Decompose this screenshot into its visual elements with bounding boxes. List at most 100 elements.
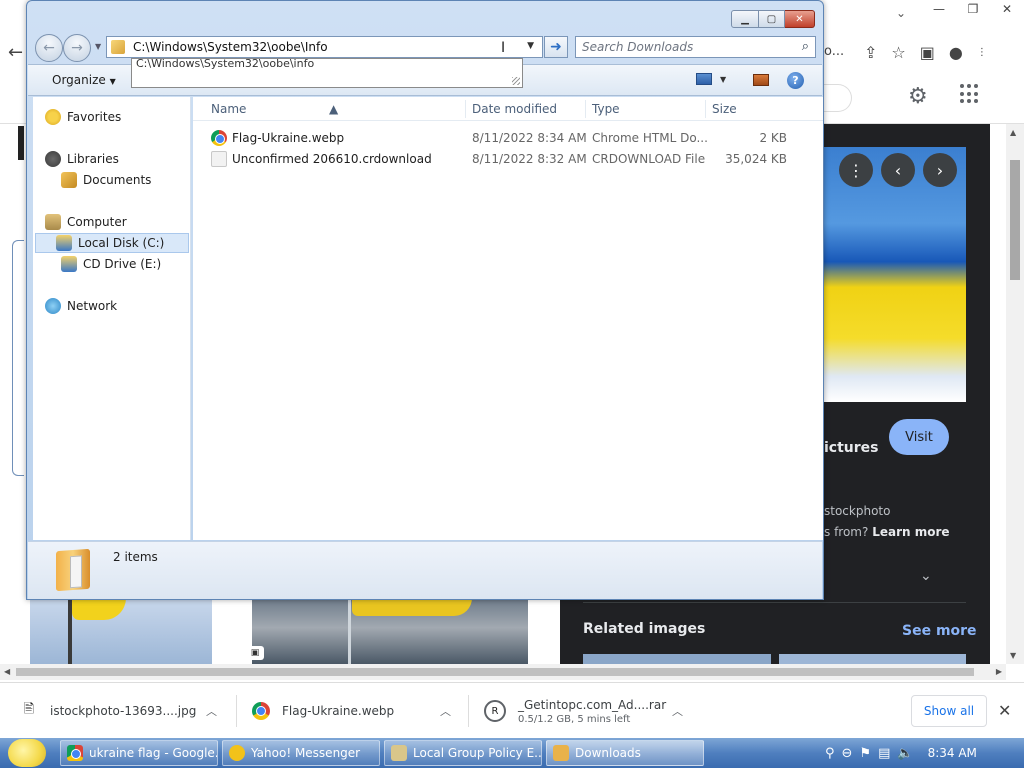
search-box-edge[interactable] [824,84,852,112]
resize-grip-icon[interactable] [512,77,520,85]
download-divider [236,695,237,727]
view-chevron-icon[interactable]: ▼ [720,75,726,84]
google-apps-icon[interactable] [960,84,980,104]
page-horizontal-scrollbar[interactable]: ◀ ▶ [0,664,1006,680]
search-tray-icon[interactable]: ⚲ [825,746,835,761]
back-arrow-icon[interactable]: ← [8,42,23,63]
close-icon[interactable]: ✕ [785,10,815,28]
go-button[interactable]: ➜ [544,36,568,58]
panel-next-icon[interactable]: › [923,153,957,187]
scroll-left-icon[interactable]: ◀ [4,667,10,676]
file-name: Unconfirmed 206610.crdownload [232,152,432,166]
nav-favorites[interactable]: Favorites [45,107,121,127]
address-bar[interactable]: I ▼ [106,36,543,58]
download-item[interactable]: 🖹 istockphoto-13693....jpg ︿ [20,683,230,739]
page-vertical-scrollbar[interactable]: ▲ ▼ [1006,124,1024,664]
column-date-modified[interactable]: Date modified [472,102,557,116]
scroll-up-icon[interactable]: ▲ [1010,128,1016,137]
nav-cd-drive[interactable]: CD Drive (E:) [61,254,161,274]
see-more-link[interactable]: See more [902,623,977,639]
nav-documents[interactable]: Documents [61,170,151,190]
taskbar-label: ukraine flag - Google... [89,746,218,760]
status-tray-icon[interactable]: ⊖ [842,746,853,761]
panel-prev-icon[interactable]: ‹ [881,153,915,187]
column-name[interactable]: Name [211,102,246,116]
maximize-icon[interactable]: ▢ [759,10,785,28]
flag-tray-icon[interactable]: ⚑ [859,746,871,761]
file-row[interactable]: Unconfirmed 206610.crdownload 8/11/2022 … [207,149,797,169]
address-autocomplete[interactable]: C:\Windows\System32\oobe\info [131,58,523,88]
search-icon[interactable]: ⌕ [802,39,809,54]
search-input[interactable] [582,40,782,54]
recent-pages-chevron-icon[interactable]: ▼ [95,42,101,51]
side-panel-icon[interactable]: ▣ [920,43,935,62]
hscroll-thumb[interactable] [16,668,974,676]
related-image-thumbnail[interactable] [583,654,771,664]
chrome-minimize-icon[interactable]: — [922,0,956,18]
address-input[interactable] [133,40,503,54]
help-icon[interactable]: ? [787,72,804,89]
address-dropdown-icon[interactable]: ▼ [527,41,534,51]
visit-button[interactable]: Visit [889,419,949,455]
related-image-thumbnail[interactable] [779,654,966,664]
organize-chevron-icon: ▼ [109,77,116,86]
expand-chevron-icon[interactable]: ⌄ [920,568,932,584]
forward-button[interactable]: → [63,34,91,62]
tab-search-chevron-icon[interactable]: ⌄ [896,6,906,20]
column-headers: ▲ Name Date modified Type Size [193,97,823,121]
nav-computer[interactable]: Computer [45,212,127,232]
minimize-icon[interactable]: ▁ [731,10,759,28]
download-item-in-progress[interactable]: R _Getintopc.com_Ad....rar 0.5/1.2 GB, 5… [484,683,694,739]
chrome-restore-icon[interactable]: ❐ [956,0,990,18]
search-box[interactable]: ⌕ [575,36,816,58]
download-menu-chevron-icon[interactable]: ︿ [440,703,451,719]
column-divider[interactable] [705,100,706,118]
taskbar-button-messenger[interactable]: Yahoo! Messenger [222,740,380,766]
download-menu-chevron-icon[interactable]: ︿ [206,703,217,719]
preview-pane-icon[interactable] [753,74,769,86]
volume-tray-icon[interactable]: 🔈 [897,746,913,761]
result-card-edge[interactable] [12,240,24,476]
file-type: Chrome HTML Do... [592,131,708,145]
organize-button[interactable]: Organize ▼ [52,73,116,87]
chrome-window-controls: — ❐ ✕ [922,0,1024,18]
download-name: _Getintopc.com_Ad....rar [518,697,667,712]
share-icon[interactable]: ⇪ [864,43,877,62]
taskbar-button-downloads[interactable]: Downloads [546,740,704,766]
download-menu-chevron-icon[interactable]: ︿ [672,703,683,719]
column-size[interactable]: Size [712,102,737,116]
change-view-button[interactable]: ▼ [696,73,726,85]
nav-libraries[interactable]: Libraries [45,149,119,169]
taskbar-button-chrome[interactable]: ukraine flag - Google... [60,740,218,766]
column-type[interactable]: Type [592,102,620,116]
learn-more-link[interactable]: Learn more [872,525,949,539]
chrome-toolbar-icons: ⇪ ☆ ▣ ● ⋮ [824,38,1024,66]
start-button[interactable] [8,739,46,767]
download-item[interactable]: Flag-Ukraine.webp ︿ [252,683,462,739]
panel-more-icon[interactable]: ⋮ [839,153,873,187]
nav-local-disk[interactable]: Local Disk (C:) [35,233,189,253]
chrome-close-icon[interactable]: ✕ [990,0,1024,18]
autocomplete-suggestion[interactable]: C:\Windows\System32\oobe\info [136,59,314,70]
file-row[interactable]: Flag-Ukraine.webp 8/11/2022 8:34 AM Chro… [207,128,797,148]
file-type: CRDOWNLOAD File [592,152,706,166]
nav-network[interactable]: Network [45,296,117,316]
scroll-right-icon[interactable]: ▶ [996,667,1002,676]
taskbar-button-group-policy[interactable]: Local Group Policy E... [384,740,542,766]
scroll-thumb[interactable] [1010,160,1020,280]
settings-gear-icon[interactable]: ⚙ [908,84,928,109]
back-button[interactable]: ← [35,34,63,62]
clock[interactable]: 8:34 AM [928,746,977,760]
network-tray-icon[interactable]: ▤ [878,746,890,761]
scroll-down-icon[interactable]: ▼ [1010,651,1016,660]
image-result-thumbnail[interactable] [30,598,212,664]
profile-avatar-icon[interactable]: ● [949,43,963,62]
column-divider[interactable] [585,100,586,118]
show-all-button[interactable]: Show all [911,695,987,727]
bookmark-star-icon[interactable]: ☆ [891,43,905,62]
image-result-thumbnail[interactable]: ▣ [246,598,528,664]
close-shelf-icon[interactable]: ✕ [998,701,1011,720]
taskbar-label: Downloads [575,746,641,760]
column-divider[interactable] [465,100,466,118]
chrome-menu-icon[interactable]: ⋮ [977,47,987,58]
